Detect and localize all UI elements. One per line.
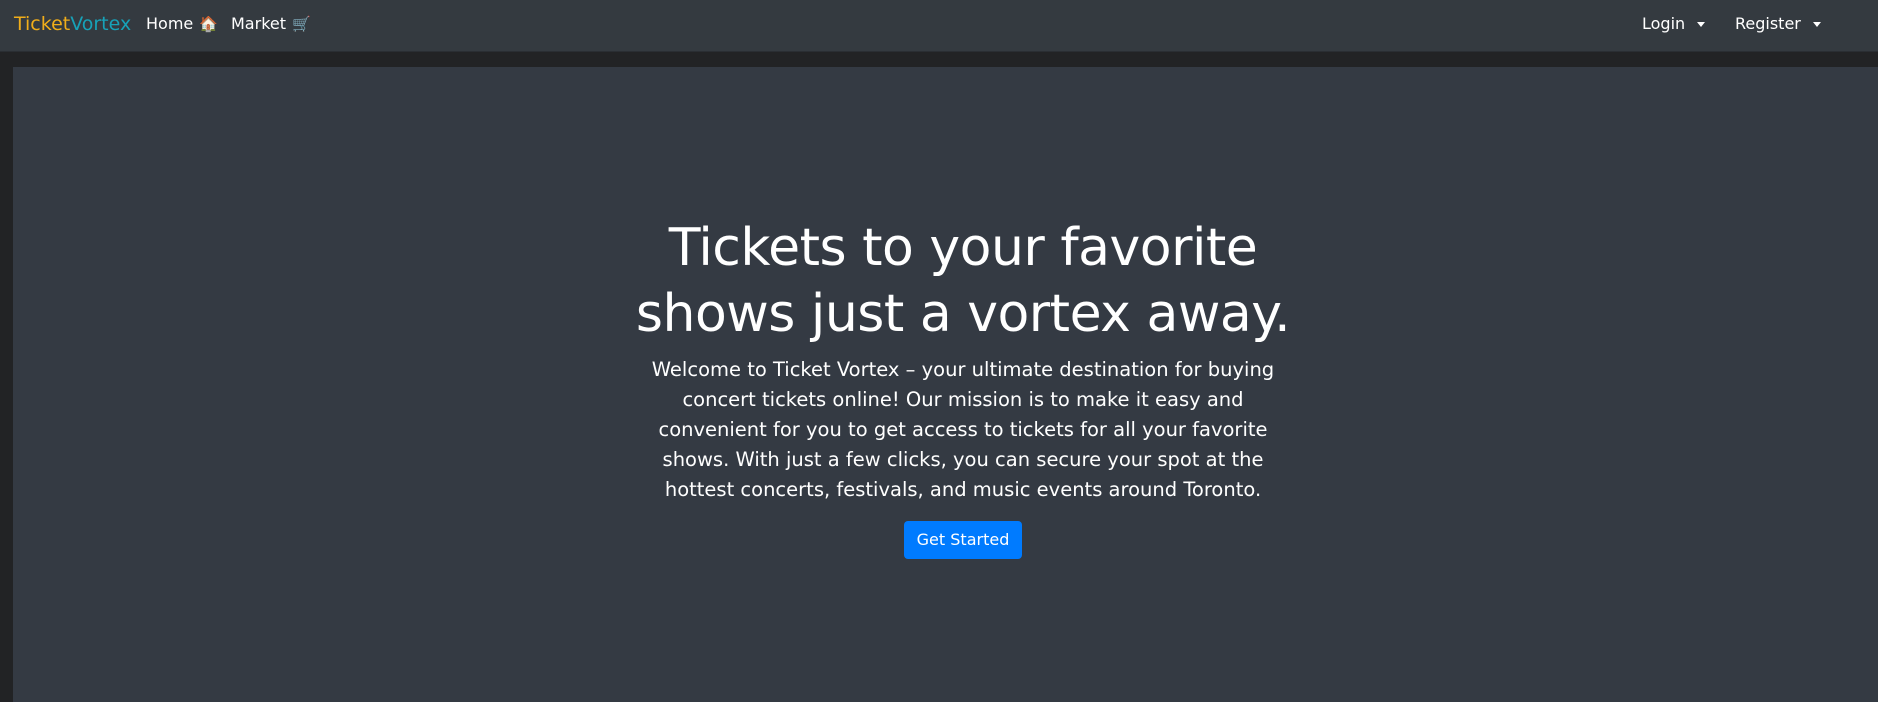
top-navbar: TicketVortex Home 🏠 Market 🛒 Login Regis… <box>0 0 1878 52</box>
home-icon: 🏠 <box>199 15 218 33</box>
caret-down-icon <box>1697 22 1706 27</box>
brand-ticket-text: Ticket <box>14 13 71 35</box>
caret-down-icon <box>1812 22 1821 27</box>
nav-home-link[interactable]: Home 🏠 <box>146 14 218 34</box>
hero-section: Tickets to your favorite shows just a vo… <box>13 67 1878 702</box>
nav-register-label: Register <box>1735 14 1801 33</box>
nav-login-dropdown[interactable]: Login <box>1642 14 1706 34</box>
brand-vortex-text: Vortex <box>70 13 132 35</box>
nav-market-link[interactable]: Market 🛒 <box>231 14 311 34</box>
nav-home-label: Home <box>146 14 194 33</box>
get-started-button[interactable]: Get Started <box>903 521 1023 559</box>
brand-logo-link[interactable]: TicketVortex <box>14 13 131 35</box>
hero-description: Welcome to Ticket Vortex – your ultimate… <box>651 358 1275 501</box>
nav-register-dropdown[interactable]: Register <box>1735 14 1821 34</box>
hero-content: Tickets to your favorite shows just a vo… <box>618 215 1308 559</box>
cart-icon: 🛒 <box>292 15 311 33</box>
hero-title: Tickets to your favorite shows just a vo… <box>635 218 1291 344</box>
nav-login-label: Login <box>1642 14 1686 33</box>
nav-market-label: Market <box>231 14 286 33</box>
